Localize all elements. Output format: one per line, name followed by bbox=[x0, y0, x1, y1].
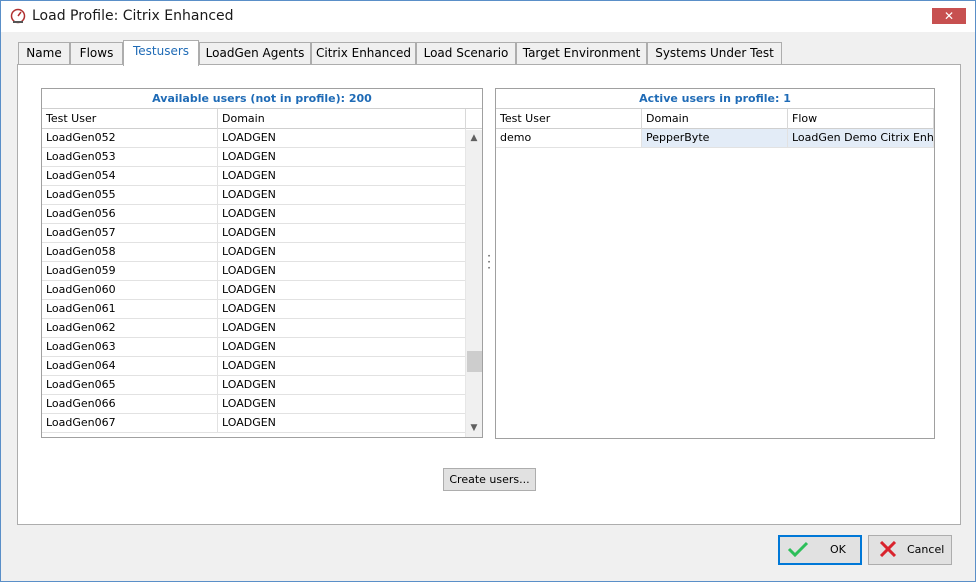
tab-load-scenario[interactable]: Load Scenario bbox=[416, 42, 516, 65]
table-cell: LoadGen064 bbox=[42, 357, 218, 375]
table-cell: LOADGEN bbox=[218, 300, 466, 318]
table-cell: LoadGen053 bbox=[42, 148, 218, 166]
table-cell: LoadGen063 bbox=[42, 338, 218, 356]
tab-target-environment[interactable]: Target Environment bbox=[516, 42, 647, 65]
table-cell: LoadGen058 bbox=[42, 243, 218, 261]
checkmark-icon bbox=[787, 541, 809, 558]
available-users-grid[interactable]: Available users (not in profile): 200 Te… bbox=[41, 88, 483, 438]
table-cell: LoadGen062 bbox=[42, 319, 218, 337]
table-cell: LoadGen067 bbox=[42, 414, 218, 432]
table-cell: LOADGEN bbox=[218, 129, 466, 147]
available-users-rows: LoadGen052 LOADGEN LoadGen053 LOADGEN LoadGe… bbox=[42, 129, 482, 433]
table-cell: LoadGen056 bbox=[42, 205, 218, 223]
splitter-grip-icon[interactable]: · · · bbox=[487, 250, 491, 274]
available-users-title: Available users (not in profile): 200 bbox=[42, 89, 482, 109]
cancel-button[interactable]: Cancel bbox=[868, 535, 952, 565]
tab-loadgen-agents[interactable]: LoadGen Agents bbox=[199, 42, 311, 65]
table-cell: LoadGen065 bbox=[42, 376, 218, 394]
tab-testusers[interactable]: Testusers bbox=[123, 40, 199, 66]
table-cell: LOADGEN bbox=[218, 167, 466, 185]
table-cell: LoadGen Demo Citrix Enha... bbox=[788, 129, 934, 147]
table-row[interactable]: LoadGen063 LOADGEN bbox=[42, 338, 482, 357]
table-cell: LOADGEN bbox=[218, 357, 466, 375]
close-icon: ✕ bbox=[943, 9, 955, 23]
scroll-up-arrow-icon[interactable]: ▲ bbox=[466, 130, 482, 147]
active-users-title: Active users in profile: 1 bbox=[496, 89, 934, 109]
table-cell: LOADGEN bbox=[218, 186, 466, 204]
table-row[interactable]: LoadGen052 LOADGEN bbox=[42, 129, 482, 148]
table-cell: LOADGEN bbox=[218, 262, 466, 280]
available-users-header: Test User Domain bbox=[42, 109, 482, 129]
table-row[interactable]: LoadGen064 LOADGEN bbox=[42, 357, 482, 376]
table-cell: LoadGen061 bbox=[42, 300, 218, 318]
table-row[interactable]: LoadGen058 LOADGEN bbox=[42, 243, 482, 262]
table-row[interactable]: LoadGen062 LOADGEN bbox=[42, 319, 482, 338]
ok-button[interactable]: OK bbox=[778, 535, 862, 565]
table-row[interactable]: LoadGen054 LOADGEN bbox=[42, 167, 482, 186]
table-cell: LoadGen060 bbox=[42, 281, 218, 299]
column-header-flow[interactable]: Flow bbox=[788, 109, 934, 129]
vertical-scrollbar[interactable]: ▲ ▼ bbox=[465, 130, 482, 437]
active-users-rows: demoPepperByteLoadGen Demo Citrix Enha..… bbox=[496, 129, 934, 148]
table-cell: LOADGEN bbox=[218, 224, 466, 242]
scroll-down-arrow-icon[interactable]: ▼ bbox=[466, 420, 482, 437]
table-cell: LOADGEN bbox=[218, 395, 466, 413]
ok-label: OK bbox=[830, 543, 846, 556]
table-cell: LOADGEN bbox=[218, 148, 466, 166]
table-cell: LoadGen052 bbox=[42, 129, 218, 147]
table-cell: LOADGEN bbox=[218, 414, 466, 432]
active-users-header: Test User Domain Flow bbox=[496, 109, 934, 129]
table-row[interactable]: LoadGen059 LOADGEN bbox=[42, 262, 482, 281]
title-bar: Load Profile: Citrix Enhanced ✕ bbox=[1, 1, 975, 32]
table-cell: LOADGEN bbox=[218, 281, 466, 299]
table-row[interactable]: LoadGen056 LOADGEN bbox=[42, 205, 482, 224]
table-cell: LOADGEN bbox=[218, 243, 466, 261]
table-row[interactable]: LoadGen066 LOADGEN bbox=[42, 395, 482, 414]
tab-name[interactable]: Name bbox=[18, 42, 70, 65]
table-cell: LoadGen055 bbox=[42, 186, 218, 204]
table-cell: LoadGen066 bbox=[42, 395, 218, 413]
table-cell: LOADGEN bbox=[218, 338, 466, 356]
column-header-domain[interactable]: Domain bbox=[218, 109, 466, 129]
cancel-label: Cancel bbox=[907, 543, 945, 556]
load-profile-dialog: Load Profile: Citrix Enhanced ✕ Name Flo… bbox=[0, 0, 976, 582]
table-cell: LoadGen059 bbox=[42, 262, 218, 280]
column-header-test-user[interactable]: Test User bbox=[496, 109, 642, 129]
table-row[interactable]: LoadGen060 LOADGEN bbox=[42, 281, 482, 300]
tab-citrix-enhanced[interactable]: Citrix Enhanced bbox=[311, 42, 416, 65]
gauge-icon bbox=[10, 8, 26, 24]
scroll-thumb[interactable] bbox=[467, 351, 482, 372]
table-cell: demo bbox=[496, 129, 642, 147]
table-row[interactable]: LoadGen053 LOADGEN bbox=[42, 148, 482, 167]
close-button[interactable]: ✕ bbox=[932, 8, 966, 24]
table-row[interactable]: demoPepperByteLoadGen Demo Citrix Enha..… bbox=[496, 129, 934, 148]
table-cell: LOADGEN bbox=[218, 376, 466, 394]
table-row[interactable]: LoadGen057 LOADGEN bbox=[42, 224, 482, 243]
cross-icon bbox=[877, 540, 899, 558]
column-header-test-user[interactable]: Test User bbox=[42, 109, 218, 129]
table-cell: LOADGEN bbox=[218, 319, 466, 337]
table-cell: LoadGen057 bbox=[42, 224, 218, 242]
tab-systems-under-test[interactable]: Systems Under Test bbox=[647, 42, 782, 65]
tab-flows[interactable]: Flows bbox=[70, 42, 123, 65]
table-row[interactable]: LoadGen055 LOADGEN bbox=[42, 186, 482, 205]
table-cell: LOADGEN bbox=[218, 205, 466, 223]
window-title: Load Profile: Citrix Enhanced bbox=[32, 8, 234, 24]
active-users-grid[interactable]: Active users in profile: 1 Test User Dom… bbox=[495, 88, 935, 439]
table-row[interactable]: LoadGen065 LOADGEN bbox=[42, 376, 482, 395]
table-row[interactable]: LoadGen067 LOADGEN bbox=[42, 414, 482, 433]
column-header-domain[interactable]: Domain bbox=[642, 109, 788, 129]
table-cell: LoadGen054 bbox=[42, 167, 218, 185]
table-cell: PepperByte bbox=[642, 129, 788, 147]
table-row[interactable]: LoadGen061 LOADGEN bbox=[42, 300, 482, 319]
create-users-button[interactable]: Create users... bbox=[443, 468, 536, 491]
